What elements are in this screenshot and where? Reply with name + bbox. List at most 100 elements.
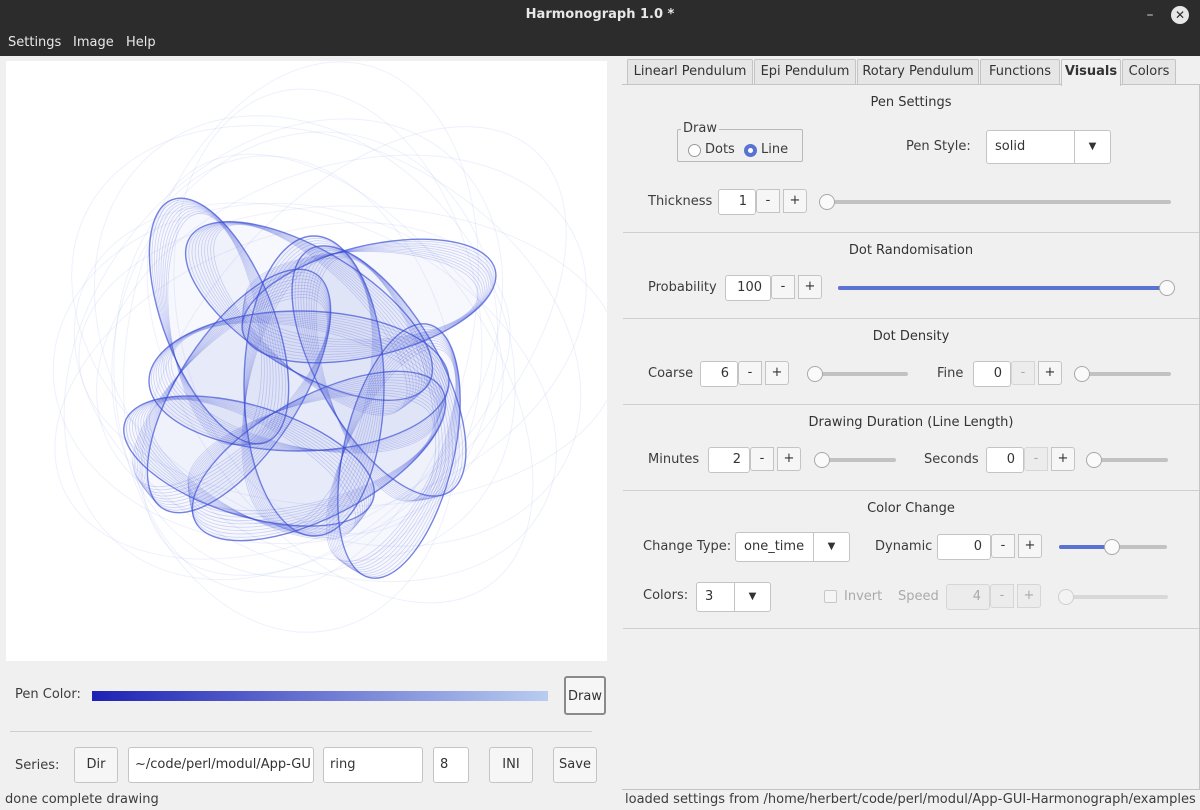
line-radio[interactable] (744, 144, 757, 157)
invert-checkbox[interactable] (824, 590, 837, 603)
thickness-plus-button[interactable]: + (783, 189, 807, 213)
coarse-plus-button[interactable]: + (765, 361, 789, 385)
change-type-select[interactable]: one_time ▼ (735, 532, 850, 562)
probability-slider-fill (838, 286, 1167, 290)
draw-button[interactable]: Draw (564, 676, 606, 715)
save-button[interactable]: Save (553, 747, 597, 783)
seconds-input[interactable]: 0 (986, 447, 1024, 473)
tab-colors[interactable]: Colors (1122, 59, 1176, 84)
speed-slider-handle[interactable] (1058, 589, 1074, 605)
pen-settings-title: Pen Settings (870, 95, 952, 110)
seconds-minus-button[interactable]: - (1024, 447, 1048, 471)
pen-color-label: Pen Color: (15, 687, 81, 702)
color-change-title: Color Change (867, 501, 955, 516)
change-type-value: one_time (744, 539, 805, 554)
seconds-slider-handle[interactable] (1086, 452, 1102, 468)
menu-image[interactable]: Image (73, 30, 114, 56)
line-label: Line (761, 142, 789, 157)
dot-randomisation-title: Dot Randomisation (848, 243, 974, 258)
section-divider (623, 318, 1199, 319)
seconds-plus-button[interactable]: + (1051, 447, 1075, 471)
thickness-input[interactable]: 1 (718, 189, 756, 215)
chevron-down-icon: ▼ (1074, 131, 1110, 163)
chevron-down-icon: ▼ (734, 583, 770, 611)
invert-label: Invert (844, 589, 883, 604)
title-bar: Harmonograph 1.0 * – ✕ (0, 0, 1200, 30)
series-label: Series: (15, 758, 60, 773)
probability-input[interactable]: 100 (725, 275, 771, 301)
tab-epi-pendulum[interactable]: Epi Pendulum (754, 59, 856, 84)
window-title: Harmonograph 1.0 * (525, 7, 675, 22)
dots-label: Dots (705, 142, 735, 157)
section-divider (623, 232, 1199, 233)
coarse-slider[interactable] (807, 366, 908, 382)
pen-style-select[interactable]: solid ▼ (986, 130, 1111, 164)
thickness-label: Thickness (648, 194, 713, 209)
dynamic-slider-handle[interactable] (1103, 539, 1120, 555)
minimize-icon[interactable]: – (1142, 6, 1158, 24)
speed-label: Speed (898, 589, 939, 604)
coarse-slider-handle[interactable] (807, 366, 823, 382)
dynamic-minus-button[interactable]: - (991, 534, 1015, 558)
fine-plus-button[interactable]: + (1038, 361, 1062, 385)
minutes-plus-button[interactable]: + (777, 447, 801, 471)
coarse-minus-button[interactable]: - (738, 361, 762, 385)
series-path-input[interactable]: ~/code/perl/modul/App-GU (128, 747, 314, 783)
thickness-slider[interactable] (819, 194, 1171, 210)
speed-input[interactable]: 4 (946, 584, 990, 610)
menu-settings[interactable]: Settings (8, 30, 61, 56)
draw-group-label: Draw (681, 121, 719, 136)
fine-input[interactable]: 0 (973, 361, 1011, 387)
series-name-input[interactable]: ring (323, 747, 423, 783)
minutes-label: Minutes (648, 452, 700, 467)
fine-slider[interactable] (1074, 366, 1171, 382)
tab-functions[interactable]: Functions (980, 59, 1060, 84)
menu-bar: Settings Image Help (0, 30, 1200, 56)
probability-slider-handle[interactable] (1159, 280, 1175, 296)
ini-button[interactable]: INI (489, 747, 533, 783)
drawing-canvas[interactable] (6, 61, 607, 661)
tab-visuals[interactable]: Visuals (1061, 59, 1121, 86)
thickness-minus-button[interactable]: - (756, 189, 780, 213)
chevron-down-icon: ▼ (813, 533, 849, 561)
tab-linear-pendulum[interactable]: Linearl Pendulum (627, 59, 753, 84)
dynamic-label: Dynamic (875, 539, 933, 554)
dots-radio[interactable] (688, 144, 701, 157)
dir-button[interactable]: Dir (74, 747, 118, 783)
dynamic-input[interactable]: 0 (937, 534, 991, 560)
harmonograph-drawing (52, 61, 607, 633)
minutes-slider[interactable] (814, 452, 896, 468)
status-right: loaded settings from /home/herbert/code/… (625, 792, 1195, 807)
close-icon[interactable]: ✕ (1171, 6, 1189, 24)
coarse-label: Coarse (648, 366, 694, 381)
probability-slider[interactable] (838, 280, 1175, 296)
minutes-slider-handle[interactable] (814, 452, 830, 468)
dynamic-slider[interactable] (1059, 539, 1167, 555)
dynamic-plus-button[interactable]: + (1018, 534, 1042, 558)
fine-slider-handle[interactable] (1074, 366, 1090, 382)
pen-color-gradient[interactable] (92, 691, 548, 701)
speed-minus-button[interactable]: - (990, 584, 1014, 608)
probability-minus-button[interactable]: - (771, 275, 795, 299)
speed-plus-button[interactable]: + (1017, 584, 1041, 608)
seconds-label: Seconds (924, 452, 979, 467)
tab-rotary-pendulum[interactable]: Rotary Pendulum (857, 59, 979, 84)
colors-label: Colors: (643, 588, 689, 603)
pen-style-label: Pen Style: (906, 139, 971, 154)
colors-select[interactable]: 3 ▼ (696, 582, 771, 612)
change-type-label: Change Type: (643, 539, 732, 554)
dot-density-title: Dot Density (872, 329, 950, 344)
fine-minus-button[interactable]: - (1011, 361, 1035, 385)
probability-plus-button[interactable]: + (798, 275, 822, 299)
coarse-input[interactable]: 6 (700, 361, 738, 387)
menu-help[interactable]: Help (126, 30, 156, 56)
thickness-slider-handle[interactable] (819, 194, 835, 210)
section-divider (623, 490, 1199, 491)
status-left: done complete drawing (5, 792, 159, 807)
minutes-input[interactable]: 2 (708, 447, 750, 473)
series-number-input[interactable]: 8 (433, 747, 469, 783)
minutes-minus-button[interactable]: - (750, 447, 774, 471)
speed-slider[interactable] (1058, 589, 1168, 605)
fine-label: Fine (937, 366, 964, 381)
seconds-slider[interactable] (1086, 452, 1168, 468)
